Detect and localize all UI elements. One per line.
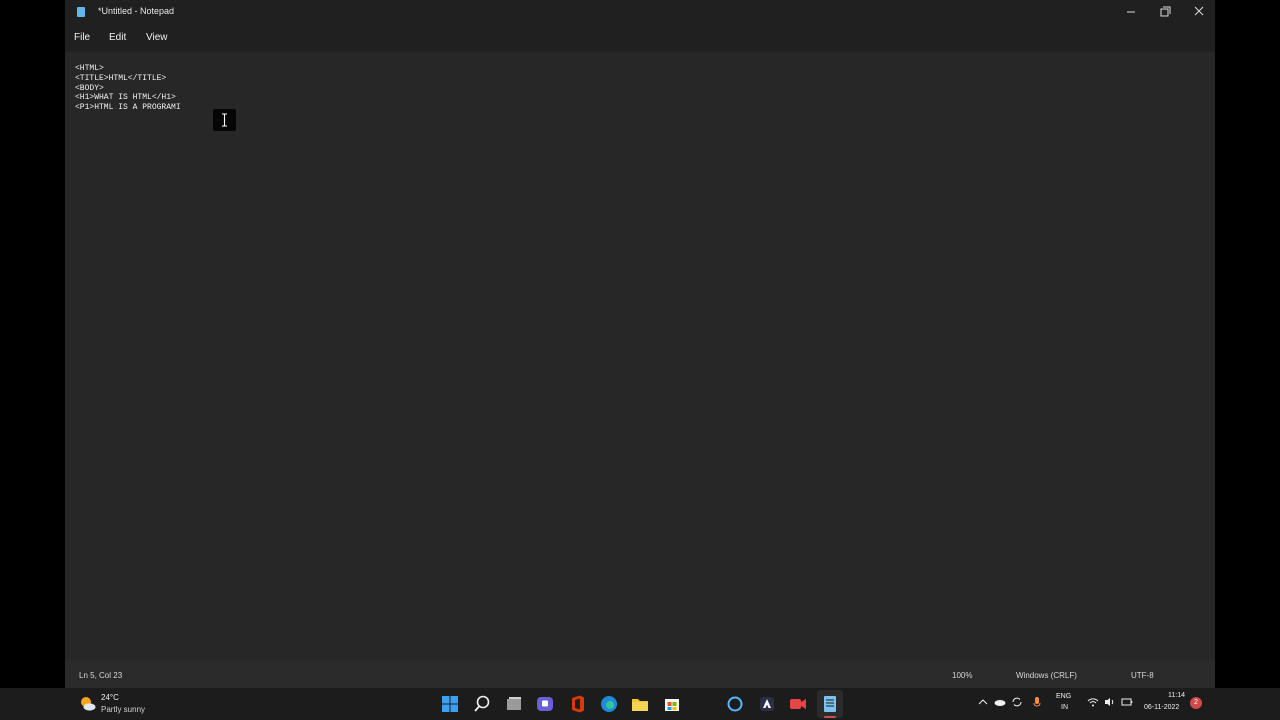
clock-time[interactable]: 11:14 bbox=[1168, 692, 1185, 699]
clock-date[interactable]: 06-11-2022 bbox=[1144, 704, 1179, 711]
close-icon[interactable] bbox=[1182, 0, 1216, 24]
microphone-icon[interactable] bbox=[1030, 695, 1044, 709]
region-indicator[interactable]: IN bbox=[1061, 704, 1068, 711]
minimize-icon[interactable] bbox=[1114, 0, 1148, 24]
creative-app-icon[interactable] bbox=[755, 692, 779, 716]
teams-icon[interactable] bbox=[533, 692, 557, 716]
editor-content[interactable]: <HTML> <TITLE>HTML</TITLE> <BODY> <H1>WH… bbox=[75, 64, 181, 113]
text-editor[interactable]: <HTML> <TITLE>HTML</TITLE> <BODY> <H1>WH… bbox=[65, 52, 1215, 660]
search-icon[interactable] bbox=[470, 692, 494, 716]
sun-cloud-icon[interactable] bbox=[78, 694, 98, 714]
language-indicator[interactable]: ENG bbox=[1056, 693, 1071, 700]
edit-menu[interactable]: Edit bbox=[109, 32, 126, 43]
title-bar[interactable]: *Untitled - Notepad bbox=[65, 0, 1215, 24]
view-menu[interactable]: View bbox=[146, 32, 168, 43]
line-ending[interactable]: Windows (CRLF) bbox=[1016, 671, 1077, 680]
sync-icon[interactable] bbox=[1010, 695, 1024, 709]
cloud-icon[interactable] bbox=[993, 695, 1007, 709]
status-bar: Ln 5, Col 23 100% Windows (CRLF) UTF-8 bbox=[65, 660, 1215, 688]
weather-condition[interactable]: Partly sunny bbox=[101, 705, 145, 714]
video-app-icon[interactable] bbox=[786, 692, 810, 716]
notification-badge[interactable]: 2 bbox=[1190, 697, 1202, 709]
notepad-icon[interactable] bbox=[818, 692, 842, 716]
text-cursor-icon bbox=[213, 109, 236, 131]
window-title: *Untitled - Notepad bbox=[98, 6, 175, 16]
menu-bar: File Edit View bbox=[65, 24, 1215, 67]
encoding[interactable]: UTF-8 bbox=[1131, 671, 1154, 680]
edge-icon[interactable] bbox=[597, 692, 621, 716]
zoom-level[interactable]: 100% bbox=[952, 671, 972, 680]
weather-temperature[interactable]: 24°C bbox=[101, 693, 119, 702]
active-app-indicator bbox=[824, 716, 836, 718]
wifi-icon[interactable] bbox=[1086, 695, 1100, 709]
notepad-window: *Untitled - Notepad File Edit View <HTML… bbox=[65, 0, 1215, 688]
store-icon[interactable] bbox=[660, 692, 684, 716]
cursor-position: Ln 5, Col 23 bbox=[79, 671, 123, 680]
notepad-icon bbox=[77, 7, 85, 17]
volume-icon[interactable] bbox=[1102, 695, 1116, 709]
file-explorer-icon[interactable] bbox=[628, 692, 652, 716]
office-icon[interactable] bbox=[565, 692, 589, 716]
start-icon[interactable] bbox=[438, 692, 462, 716]
task-view-icon[interactable] bbox=[502, 692, 526, 716]
file-menu[interactable]: File bbox=[74, 32, 90, 43]
cortana-icon[interactable] bbox=[723, 692, 747, 716]
battery-icon[interactable] bbox=[1120, 695, 1134, 709]
restore-icon[interactable] bbox=[1148, 0, 1182, 24]
chevron-up-icon[interactable] bbox=[976, 695, 990, 709]
